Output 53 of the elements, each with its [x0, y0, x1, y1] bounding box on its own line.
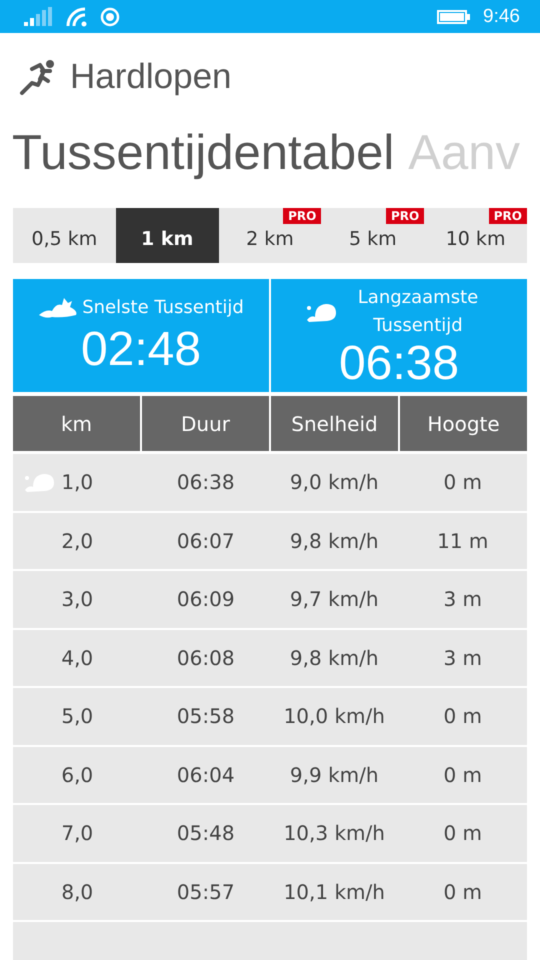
- table-cell: 2,0: [61, 528, 94, 553]
- card-label: Langzaamste Tussentijd: [356, 286, 480, 338]
- table-cell: 0 m: [443, 762, 482, 787]
- pro-badge: PRO: [488, 208, 527, 224]
- table-cell: 10,1 km/h: [284, 880, 385, 904]
- table-cell: 10,0 km/h: [284, 704, 385, 728]
- table-cell: 3 m: [443, 587, 482, 612]
- split-time: 02:48: [80, 322, 202, 378]
- app-title: Hardlopen: [70, 57, 232, 97]
- column-header: Snelheid: [271, 396, 398, 451]
- pivot-header[interactable]: Tussentijdentabel: [12, 121, 394, 185]
- table-cell: 06:04: [176, 762, 235, 787]
- table-cell: 05:57: [176, 880, 235, 904]
- table-cell: 9,9 km/h: [290, 762, 379, 787]
- distance-tab[interactable]: 0,5 km: [13, 208, 116, 263]
- table-cell: 05:48: [176, 821, 235, 846]
- distance-tab[interactable]: 1 km: [116, 208, 219, 263]
- table-cell: 4,0: [61, 646, 94, 670]
- split-time: 06:38: [338, 340, 460, 388]
- table-cell: 10,3 km/h: [284, 821, 385, 846]
- table-cell: 1,0: [61, 470, 94, 494]
- table-cell: 06:38: [176, 470, 235, 494]
- column-header: km: [13, 396, 140, 451]
- table-cell: 0 m: [443, 821, 482, 846]
- table-cell: 0 m: [443, 880, 482, 904]
- rabbit-icon: [38, 296, 78, 318]
- table-cell: 0 m: [443, 704, 482, 728]
- table-cell: 06:08: [176, 646, 235, 670]
- column-header: Duur: [142, 396, 269, 451]
- clock-time: 9:46: [483, 6, 520, 28]
- table-cell: 05:58: [176, 704, 235, 728]
- table-cell: 9,8 km/h: [290, 646, 379, 670]
- wifi-icon: [66, 6, 88, 26]
- table-cell: 7,0: [61, 821, 94, 846]
- table-cell: 06:09: [176, 587, 235, 612]
- table-cell: 6,0: [61, 762, 94, 787]
- table-cell: 11 m: [437, 528, 488, 553]
- signal-icon: [24, 6, 54, 26]
- pro-badge: PRO: [283, 208, 322, 224]
- table-cell: 0 m: [443, 470, 482, 494]
- column-header: Hoogte: [400, 396, 527, 451]
- table-cell: 9,7 km/h: [290, 587, 379, 612]
- location-icon: [100, 6, 120, 26]
- table-cell: 9,8 km/h: [290, 528, 379, 553]
- pro-badge: PRO: [386, 208, 424, 224]
- table-cell: 9,0 km/h: [290, 470, 379, 494]
- card-label: Snelste Tussentijd: [82, 296, 244, 320]
- table-cell: 3,0: [61, 587, 94, 612]
- table-cell: 06:07: [176, 528, 235, 553]
- table-cell: 3 m: [443, 646, 482, 670]
- table-cell: 8,0: [61, 880, 94, 904]
- battery-icon: [437, 10, 472, 24]
- table-cell: 5,0: [61, 704, 94, 728]
